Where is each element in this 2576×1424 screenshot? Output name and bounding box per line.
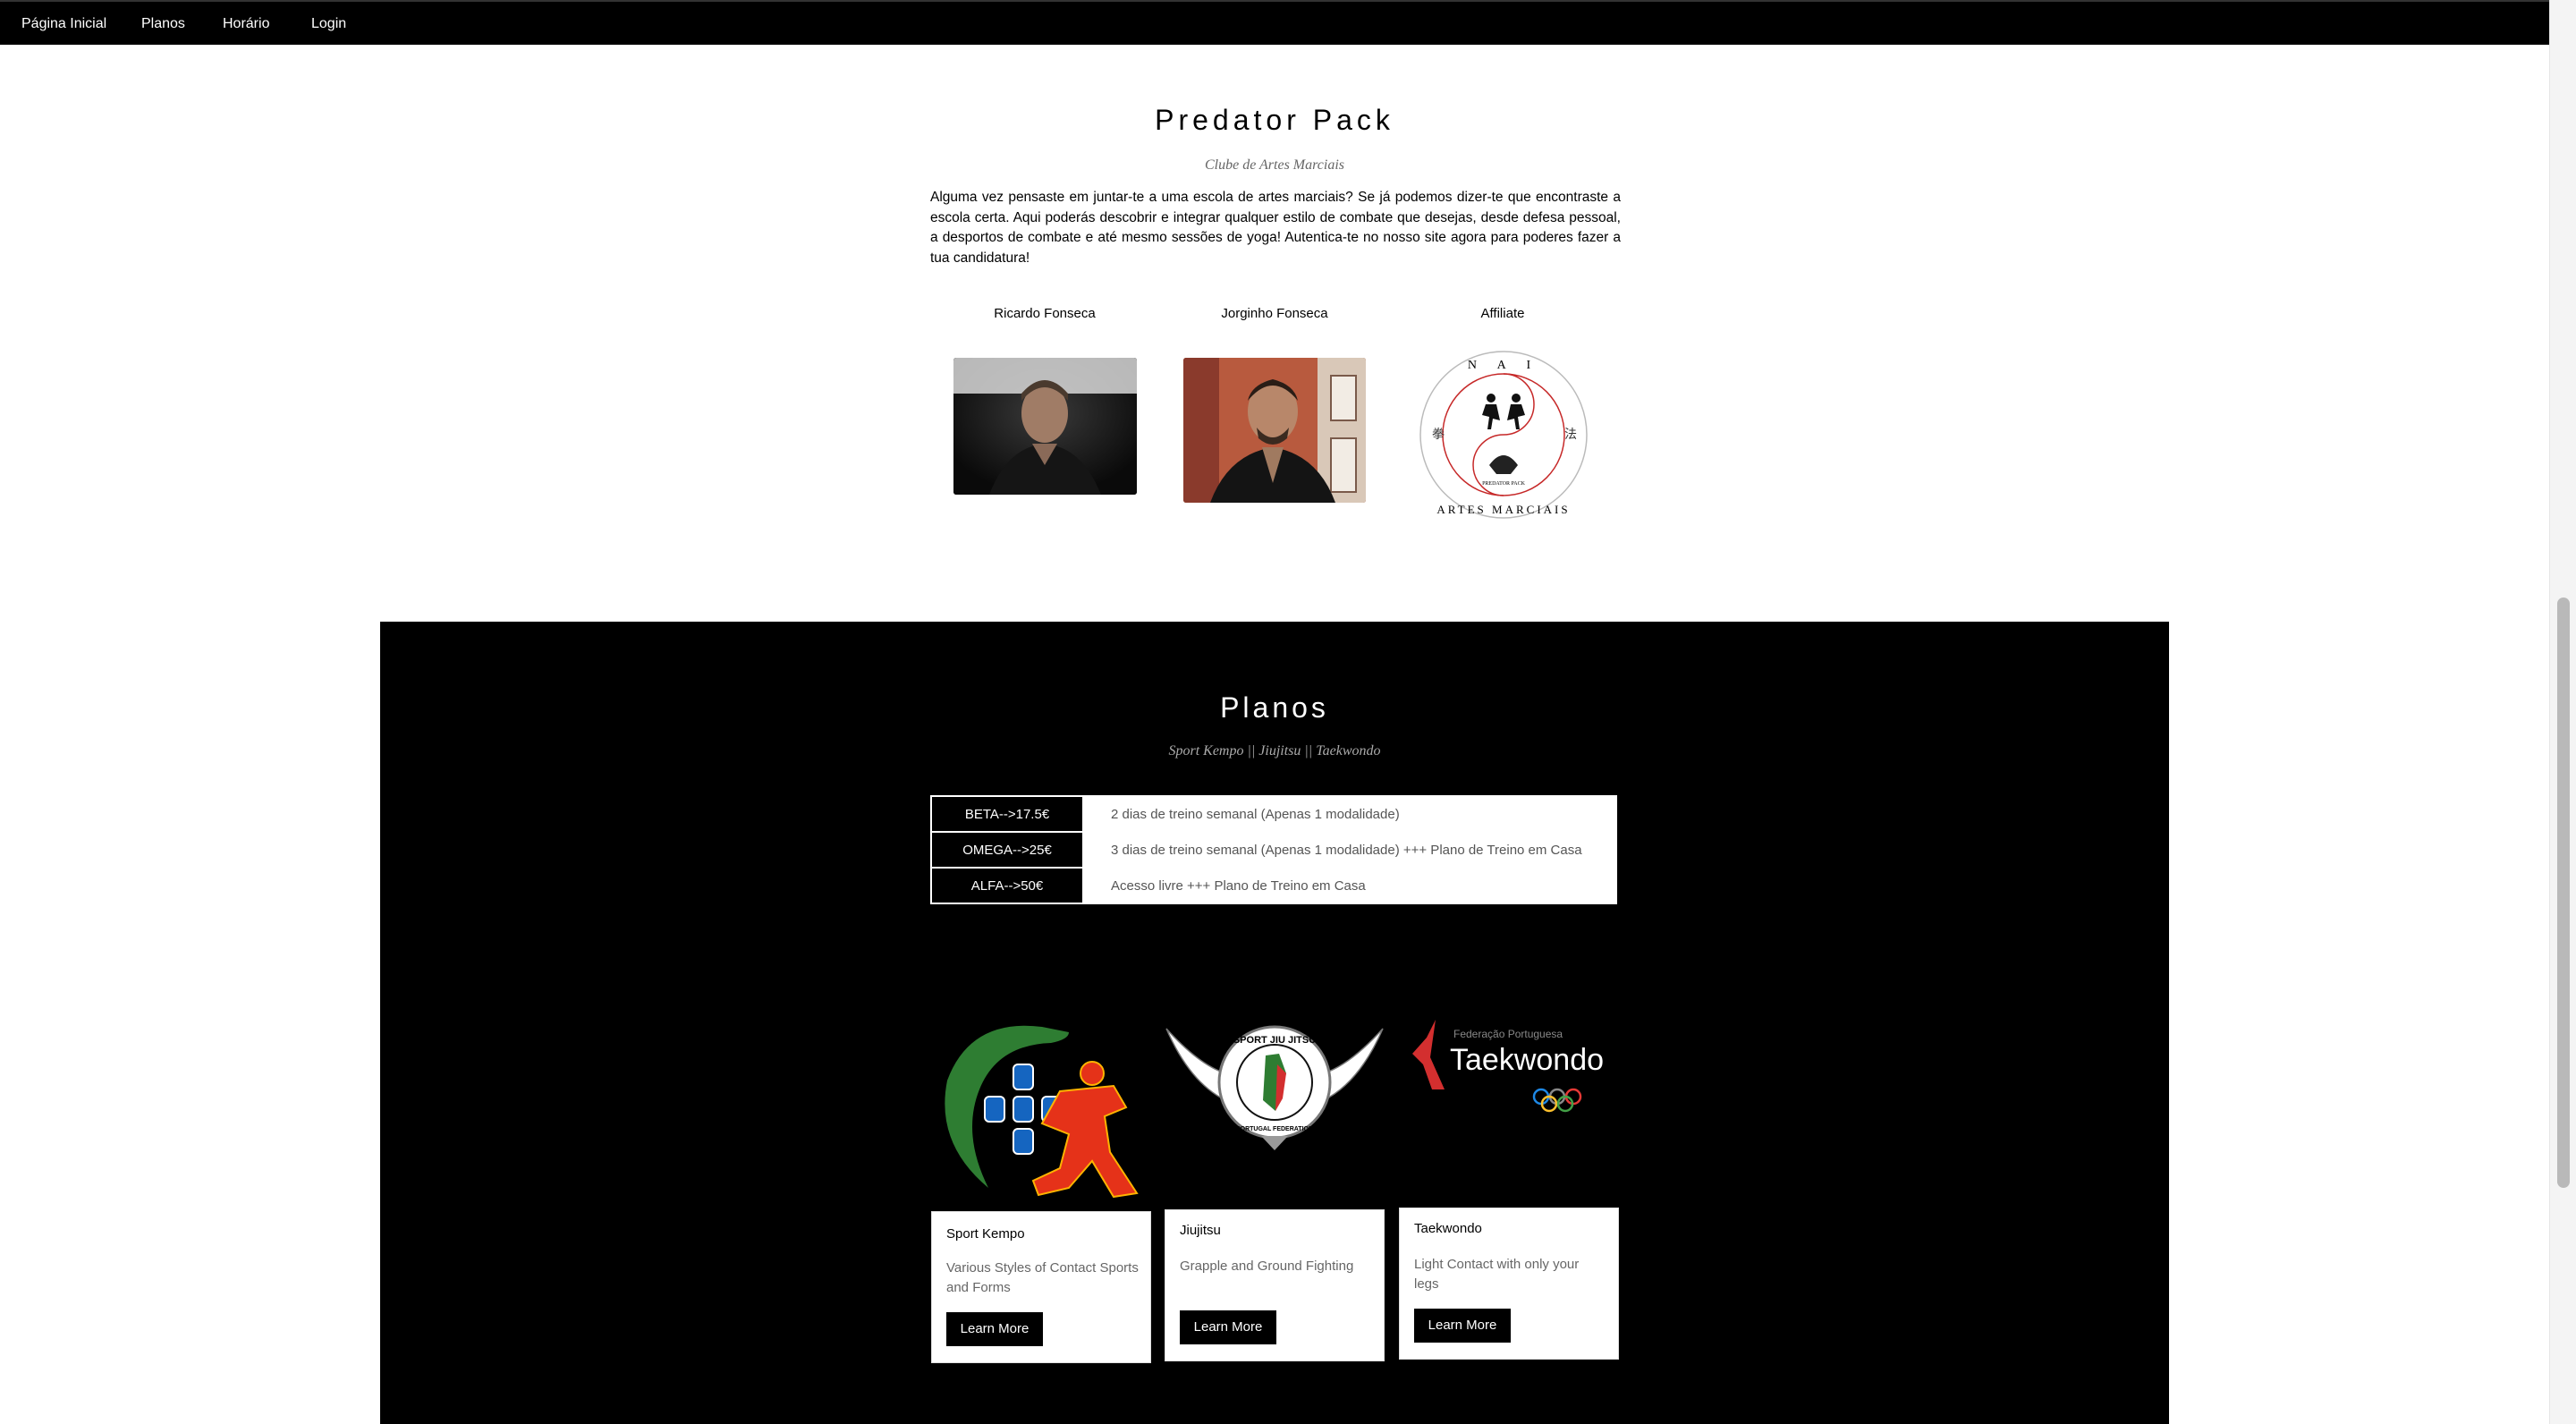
person-label-jorginho: Jorginho Fonseca: [1221, 306, 1328, 321]
scrollbar-thumb[interactable]: [2557, 598, 2570, 1188]
card-desc: Grapple and Ground Fighting: [1180, 1259, 1354, 1274]
plan-name: OMEGA-->25€: [930, 831, 1084, 869]
plan-row: ALFA-->50€ Acesso livre +++ Plano de Tre…: [930, 867, 1617, 904]
plan-name: BETA-->17.5€: [930, 795, 1084, 833]
plan-row: OMEGA-->25€ 3 dias de treino semanal (Ap…: [930, 831, 1617, 869]
learn-more-button[interactable]: Learn More: [946, 1312, 1043, 1346]
planos-title: Planos: [1220, 691, 1329, 724]
svg-text:法: 法: [1564, 427, 1577, 441]
nav-planos[interactable]: Planos: [141, 14, 185, 34]
plans-table: BETA-->17.5€ 2 dias de treino semanal (A…: [930, 795, 1617, 904]
card-desc: Light Contact with only your legs: [1414, 1257, 1580, 1292]
page-title: Predator Pack: [1155, 104, 1394, 136]
planos-subtitle: Sport Kempo || Jiujitsu || Taekwondo: [1168, 743, 1381, 759]
card-title: Sport Kempo: [946, 1226, 1025, 1242]
card-jiujitsu: Jiujitsu Grapple and Ground Fighting Lea…: [1165, 1209, 1385, 1361]
taekwondo-logo-big-text: Taekwondo: [1450, 1043, 1604, 1077]
plan-desc: Acesso livre +++ Plano de Treino em Casa: [1082, 867, 1617, 904]
learn-more-button[interactable]: Learn More: [1180, 1310, 1276, 1344]
scrollbar[interactable]: [2549, 0, 2576, 1424]
nav-login[interactable]: Login: [311, 14, 346, 34]
affiliate-logo: N A I ARTES MARCIAIS PREDATOR PACK 拳 法: [1418, 349, 1589, 521]
learn-more-button[interactable]: Learn More: [1414, 1309, 1511, 1343]
svg-text:拳: 拳: [1432, 427, 1445, 441]
card-sport-kempo: Sport Kempo Various Styles of Contact Sp…: [931, 1211, 1151, 1363]
jiujitsu-logo-ring-text: SPORT JIU JITSU: [1233, 1035, 1316, 1046]
nav-horario[interactable]: Horário: [223, 14, 269, 34]
affiliate-logo-top-text: N A I: [1468, 359, 1539, 372]
card-desc: Various Styles of Contact Sports and For…: [946, 1260, 1139, 1295]
ricardo-photo: [953, 358, 1137, 495]
person-label-affiliate: Affiliate: [1480, 306, 1525, 321]
affiliate-logo-bottom-text: ARTES MARCIAIS: [1436, 503, 1570, 516]
card-title: Taekwondo: [1414, 1221, 1482, 1236]
top-navbar: Página Inicial Planos Horário Login: [0, 0, 2549, 45]
taekwondo-logo-small-text: Federação Portuguesa: [1453, 1028, 1563, 1040]
jiujitsu-logo: SPORT JIU JITSU PORTUGAL FEDERATION: [1163, 1011, 1386, 1157]
jorginho-photo: [1183, 358, 1366, 503]
nav-pagina-inicial[interactable]: Página Inicial: [21, 14, 106, 34]
plan-row: BETA-->17.5€ 2 dias de treino semanal (A…: [930, 795, 1617, 833]
card-title: Jiujitsu: [1180, 1223, 1221, 1238]
intro-paragraph: Alguma vez pensaste em juntar-te a uma e…: [930, 190, 1621, 266]
page-subtitle: Clube de Artes Marciais: [1205, 157, 1344, 173]
jiujitsu-logo-bottom-text: PORTUGAL FEDERATION: [1236, 1126, 1313, 1132]
plan-desc: 2 dias de treino semanal (Apenas 1 modal…: [1082, 795, 1617, 833]
card-taekwondo: Taekwondo Light Contact with only your l…: [1399, 1208, 1619, 1360]
plan-desc: 3 dias de treino semanal (Apenas 1 modal…: [1082, 831, 1617, 869]
taekwondo-logo: Federação Portuguesa Taekwondo: [1409, 1011, 1606, 1118]
plan-name: ALFA-->50€: [930, 867, 1084, 904]
person-label-ricardo: Ricardo Fonseca: [994, 306, 1096, 321]
sport-kempo-logo: [935, 1018, 1146, 1208]
affiliate-logo-center-text: PREDATOR PACK: [1482, 481, 1526, 487]
